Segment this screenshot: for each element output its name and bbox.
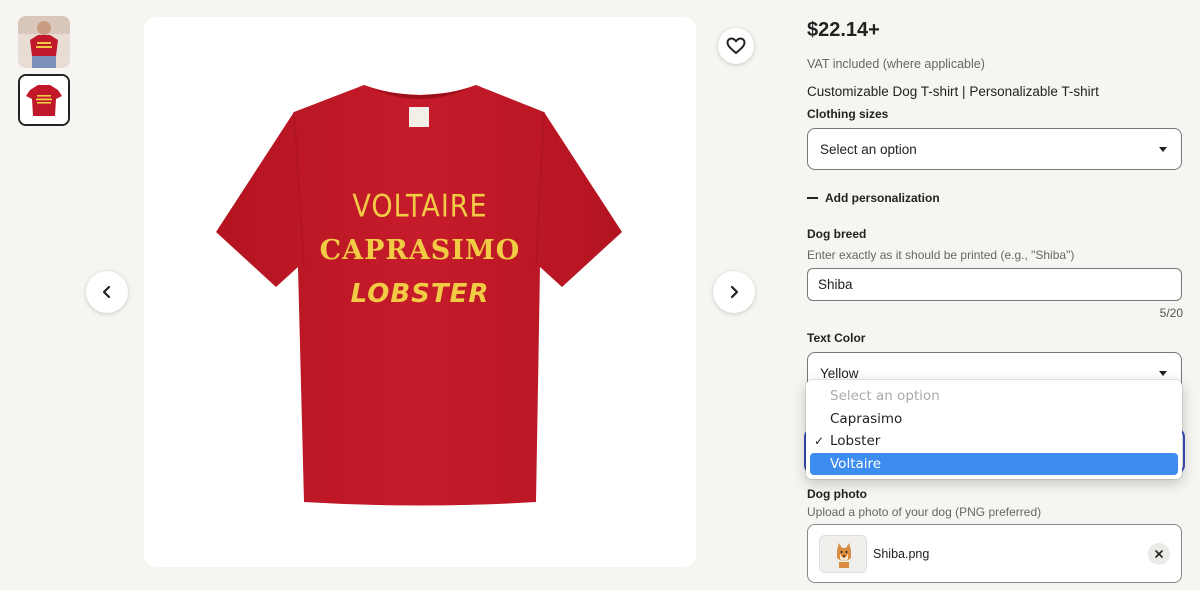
font-option-placeholder: Select an option bbox=[830, 388, 940, 404]
chevron-right-icon bbox=[730, 285, 739, 299]
clothing-sizes-select[interactable]: Select an option bbox=[807, 128, 1182, 170]
clothing-sizes-label: Clothing sizes bbox=[807, 107, 889, 121]
add-personalization-toggle[interactable]: Add personalization bbox=[807, 191, 940, 205]
chevron-left-icon bbox=[102, 285, 111, 299]
uploaded-photo-thumbnail bbox=[819, 535, 867, 573]
close-icon bbox=[1155, 550, 1163, 558]
product-price: $22.14+ bbox=[807, 19, 880, 41]
heart-icon bbox=[726, 37, 746, 54]
shiba-dog-image bbox=[820, 536, 866, 572]
text-color-label: Text Color bbox=[807, 331, 866, 345]
vat-note: VAT included (where applicable) bbox=[807, 57, 985, 71]
thumbnail-model-photo[interactable] bbox=[18, 16, 70, 68]
model-photo-image bbox=[18, 16, 70, 68]
dog-photo-hint: Upload a photo of your dog (PNG preferre… bbox=[807, 505, 1042, 519]
caret-down-icon bbox=[1159, 371, 1167, 376]
shirt-print-line-3: LOBSTER bbox=[350, 279, 490, 309]
font-option-voltaire[interactable]: Voltaire bbox=[810, 452, 1178, 475]
thumbnail-red-tshirt[interactable] bbox=[18, 74, 70, 126]
caret-down-icon bbox=[1159, 147, 1167, 152]
dog-breed-input[interactable]: Shiba bbox=[807, 268, 1182, 301]
dog-breed-hint: Enter exactly as it should be printed (e… bbox=[807, 248, 1075, 262]
dog-breed-label: Dog breed bbox=[807, 227, 867, 241]
text-color-value: Yellow bbox=[820, 365, 859, 381]
product-title: Customizable Dog T-shirt | Personalizabl… bbox=[807, 84, 1099, 99]
shirt-print-line-1: VOLTAIRE bbox=[352, 188, 488, 225]
dog-breed-char-counter: 5/20 bbox=[1159, 306, 1183, 320]
previous-image-button[interactable] bbox=[86, 271, 128, 313]
font-option-lobster[interactable]: ✓ Lobster bbox=[810, 430, 1178, 453]
dog-photo-label: Dog photo bbox=[807, 487, 867, 501]
font-dropdown-menu: Select an option Caprasimo ✓ Lobster Vol… bbox=[806, 380, 1182, 479]
tshirt-thumbnail-image bbox=[20, 76, 68, 124]
dog-photo-upload[interactable]: Shiba.png bbox=[807, 524, 1182, 583]
checkmark-icon: ✓ bbox=[814, 434, 825, 448]
remove-photo-button[interactable] bbox=[1148, 543, 1170, 565]
font-option-caprasimo[interactable]: Caprasimo bbox=[810, 408, 1178, 431]
add-personalization-label: Add personalization bbox=[825, 191, 940, 205]
shirt-print-line-2: CAPRASIMO bbox=[319, 235, 521, 266]
next-image-button[interactable] bbox=[713, 271, 755, 313]
favorite-button[interactable] bbox=[718, 28, 754, 64]
clothing-sizes-value: Select an option bbox=[820, 141, 917, 157]
minus-icon bbox=[807, 197, 818, 199]
main-product-image: VOLTAIRE CAPRASIMO LOBSTER bbox=[144, 17, 696, 567]
uploaded-file-name: Shiba.png bbox=[873, 547, 930, 561]
